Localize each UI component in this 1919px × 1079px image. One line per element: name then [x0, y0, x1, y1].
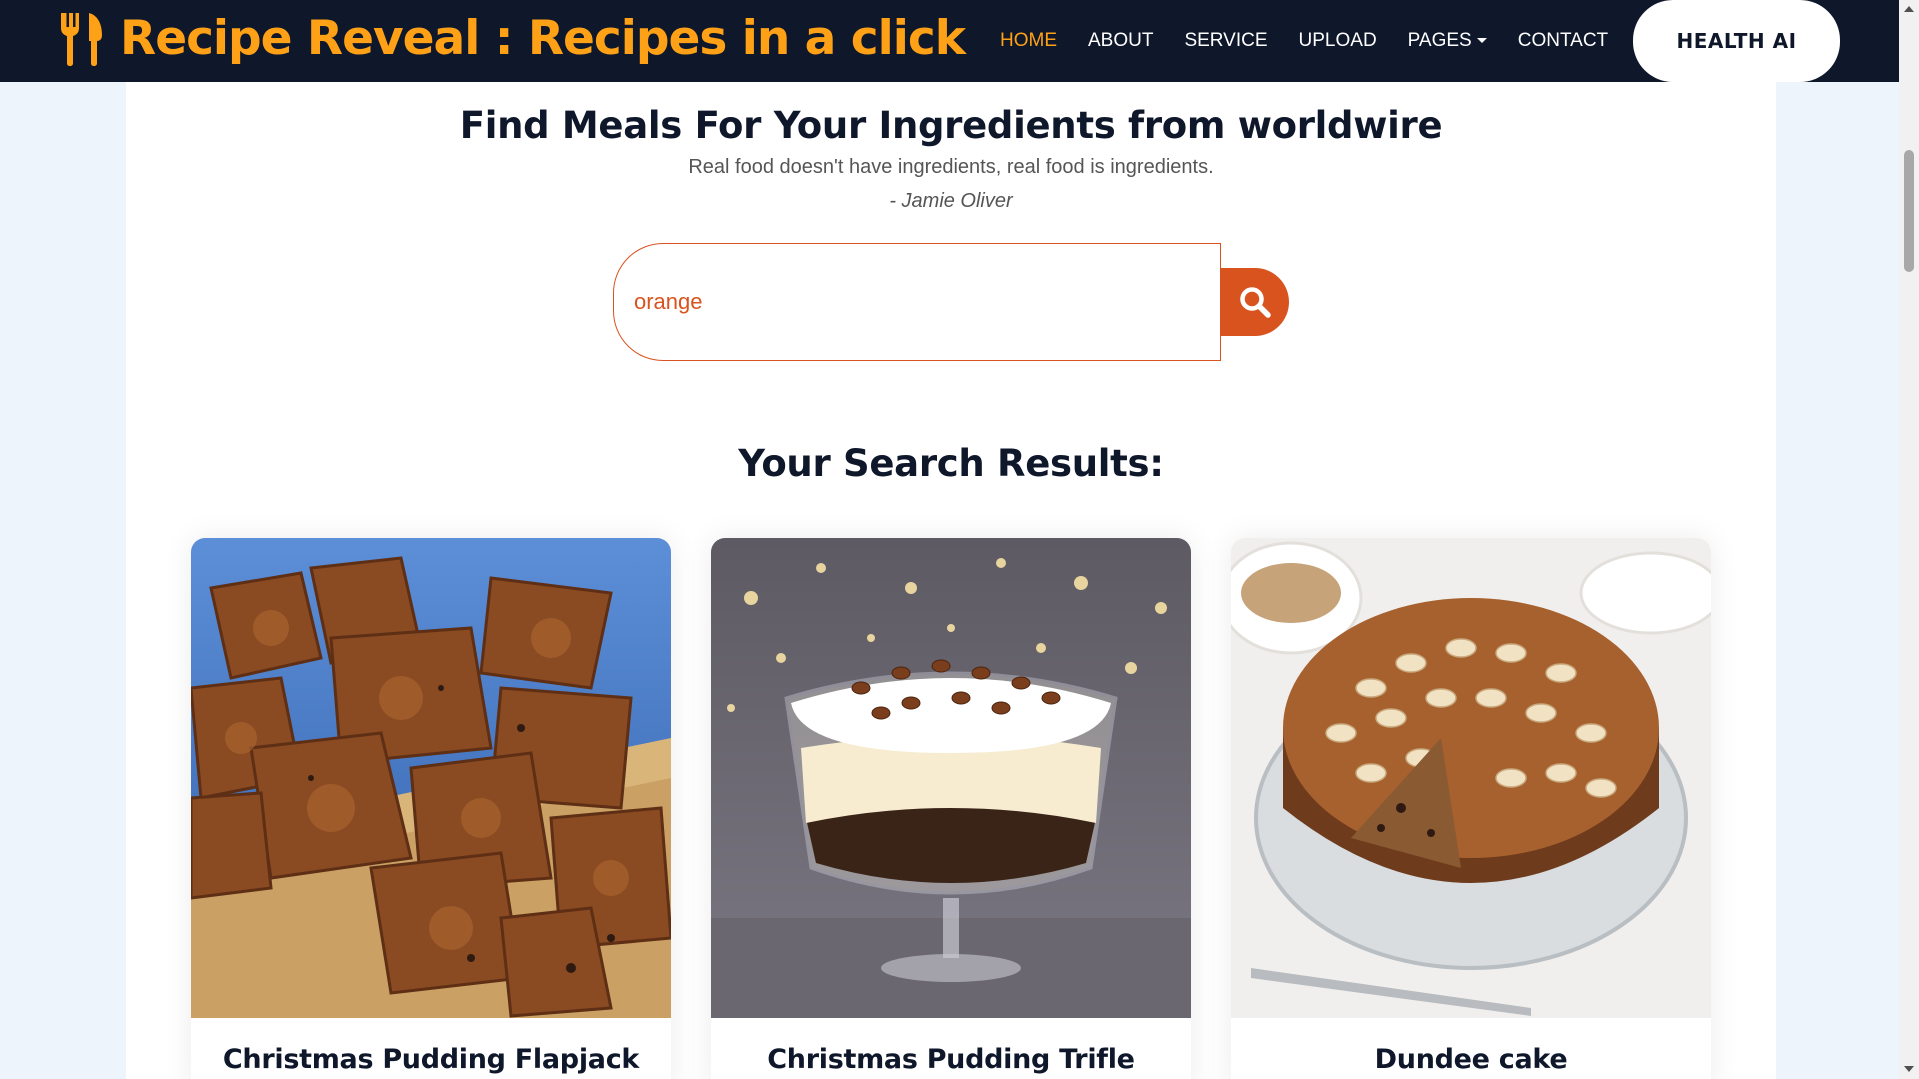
main-content: Find Meals For Your Ingredients from wor… [126, 82, 1776, 1079]
recipe-title: Dundee cake [1374, 1044, 1568, 1075]
brand-link[interactable]: Recipe Reveal : Recipes in a click [58, 10, 966, 66]
recipe-image-flapjack [191, 538, 671, 1018]
nav-contact-link[interactable]: CONTACT [1518, 30, 1608, 52]
recipe-title: Christmas Pudding Flapjack [222, 1044, 640, 1075]
nav-about-link[interactable]: ABOUT [1088, 30, 1153, 52]
search-icon [1240, 287, 1271, 318]
utensils-icon [61, 13, 102, 66]
recipe-card[interactable]: Christmas Pudding Flapjack [191, 538, 671, 1079]
nav-home-link[interactable]: HOME [1000, 30, 1057, 52]
quote-author: - Jamie Oliver [889, 190, 1013, 212]
nav-pages-dropdown[interactable]: PAGES [1408, 30, 1487, 52]
navbar: Recipe Reveal : Recipes in a click HOME … [0, 0, 1899, 82]
quote-text: Real food doesn't have ingredients, real… [688, 156, 1214, 178]
nav-pages-label: PAGES [1407, 30, 1472, 51]
recipe-image-trifle [711, 538, 1191, 1018]
scrollbar-thumb[interactable] [1904, 150, 1914, 272]
recipe-title: Christmas Pudding Trifle [767, 1044, 1135, 1075]
search-button[interactable] [1221, 268, 1289, 336]
nav-service-link[interactable]: SERVICE [1184, 30, 1267, 52]
nav-upload-link[interactable]: UPLOAD [1299, 30, 1377, 52]
scroll-down-icon[interactable] [1904, 1066, 1914, 1072]
ingredient-search-input[interactable] [613, 243, 1221, 361]
results-heading: Your Search Results: [738, 442, 1164, 485]
recipe-card[interactable]: Dundee cake [1231, 538, 1711, 1079]
health-ai-button[interactable]: HEALTH AI [1633, 0, 1840, 82]
recipe-image-dundee-cake [1231, 538, 1711, 1018]
scroll-up-icon[interactable] [1904, 6, 1914, 12]
page-scrollbar[interactable] [1899, 0, 1919, 1079]
page-title: Find Meals For Your Ingredients from wor… [459, 104, 1443, 147]
caret-down-icon [1476, 38, 1487, 44]
brand-title: Recipe Reveal : Recipes in a click [120, 10, 966, 66]
recipe-card[interactable]: Christmas Pudding Trifle [711, 538, 1191, 1079]
nav-menu: HOME ABOUT SERVICE UPLOAD PAGES CONTACT [1000, 0, 1639, 82]
